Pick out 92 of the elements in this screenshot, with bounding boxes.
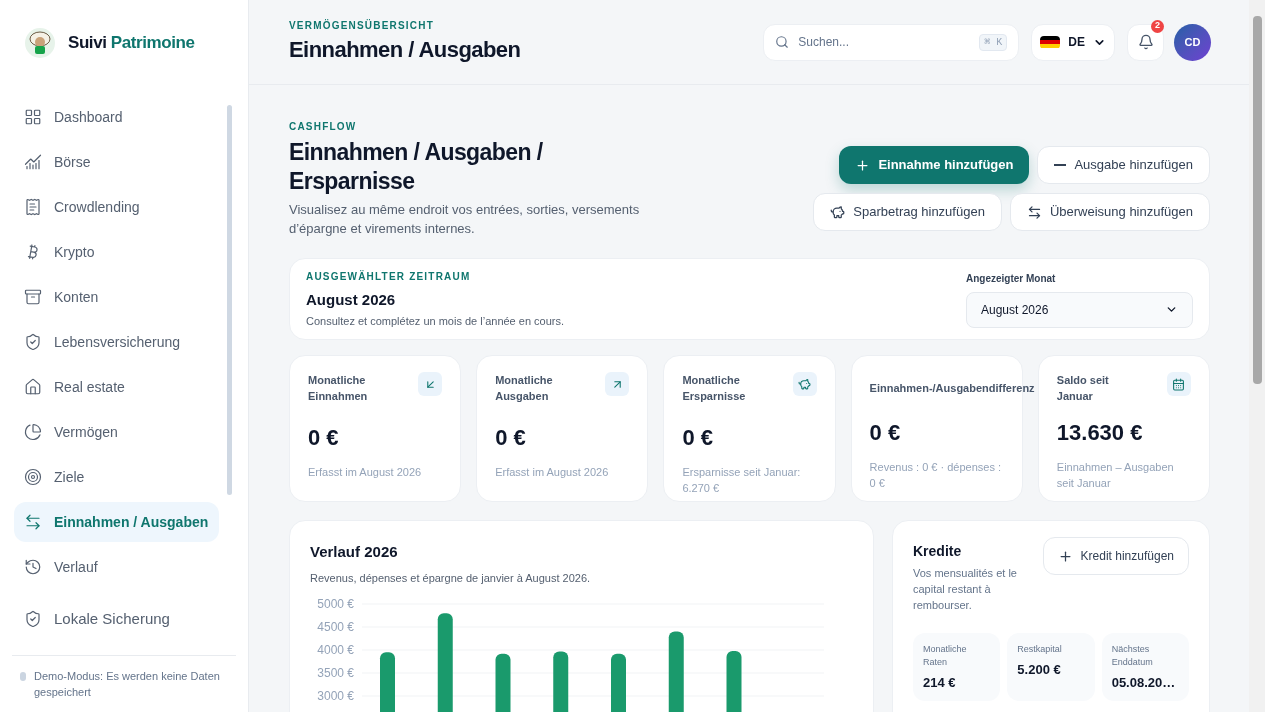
stat-note: Ersparnisse seit Januar: 6.270 € [682, 465, 802, 496]
notifications-button[interactable]: 2 [1127, 23, 1164, 61]
stat-label: Saldo seit Januar [1056, 373, 1110, 404]
arrow-down-left-icon [418, 372, 443, 396]
box-icon [24, 288, 42, 306]
stat-value: 0 € [869, 419, 902, 447]
period-title: August 2026 [306, 289, 397, 310]
card-eyebrow: AUSGEWÄHLTER ZEITRAUM [306, 269, 472, 284]
bar [495, 653, 511, 712]
action-button[interactable]: Einnahme hinzufügen [839, 146, 1030, 184]
minus-icon [1054, 164, 1067, 166]
logo-icon [24, 26, 56, 59]
flag-icon [1040, 35, 1061, 49]
piggy-bank-icon [830, 204, 846, 220]
house-icon [24, 378, 42, 396]
stat-label: Monatliche Einnahmen [308, 373, 369, 404]
card-title: Verlauf 2026 [310, 542, 399, 562]
axis-label: 4500 € [317, 620, 354, 634]
stat-value: 0 € [682, 424, 714, 452]
nav-item[interactable]: Lebensversicherung [14, 322, 219, 362]
search-icon [775, 34, 790, 49]
piggy-bank-icon [792, 372, 817, 396]
nav-item[interactable]: Einnahmen / Ausgaben [14, 502, 219, 542]
avatar[interactable]: CD [1174, 23, 1211, 61]
axis-label: 3000 € [317, 689, 354, 703]
page-title: Einnahmen / Ausgaben [289, 36, 522, 64]
language-selector[interactable]: DE [1031, 23, 1115, 61]
period-subtitle: Consultez et complétez un mois de l’année en cours. [306, 314, 565, 329]
bar [726, 650, 742, 712]
calendar-icon [1167, 372, 1191, 396]
nav-item[interactable]: Ziele [14, 457, 219, 497]
stat-value: 13.630 € [1056, 419, 1144, 447]
metric-label: Monatliche Raten [923, 643, 968, 669]
shield-icon [24, 610, 42, 628]
nav-item[interactable]: Konten [14, 277, 219, 317]
chart-icon [24, 153, 42, 171]
plus-icon [1057, 548, 1073, 564]
nav-item[interactable]: Verlauf [14, 547, 219, 587]
bar [553, 651, 569, 712]
shield-icon [24, 333, 42, 351]
axis-label: 5000 € [317, 597, 354, 611]
bar [380, 652, 395, 712]
section-eyebrow: CASHFLOW [289, 120, 358, 134]
stat-label: Monatliche Ausgaben [495, 373, 554, 404]
metric-value: 05.08.20… [1111, 674, 1177, 692]
arrows-icon [1026, 204, 1042, 220]
section-title: Einnahmen / Ausgaben / Ersparnisse [289, 138, 544, 196]
arrows-icon [24, 513, 42, 531]
nav-item[interactable]: Real estate [14, 367, 219, 407]
page-eyebrow: VERMÖGENSÜBERSICHT [289, 18, 435, 33]
add-credit-button[interactable]: Kredit hinzufügen [1042, 537, 1189, 575]
metric-label: Nächstes Enddatum [1111, 643, 1154, 669]
metric-label: Restkapital [1017, 643, 1063, 656]
card-subtitle: Vos mensualités et le capital restant à rembourser. [913, 566, 1018, 613]
bar [611, 653, 626, 712]
brand-name: Suivi Patrimoine [68, 31, 195, 54]
stat-value: 0 € [308, 424, 340, 452]
metric-value: 214 € [923, 674, 957, 692]
nav-item[interactable]: Krypto [14, 232, 219, 272]
stat-note: Revenus : 0 € · dépenses : 0 € [869, 460, 1003, 491]
nav-item[interactable]: Dashboard [14, 97, 219, 137]
grid-icon [24, 108, 42, 126]
stat-note: Erfasst im August 2026 [495, 465, 610, 480]
demo-note: Demo-Modus: Es werden keine Daten gespeichert [34, 669, 221, 700]
plus-icon [855, 157, 871, 173]
nav-item[interactable]: Lokale Sicherung [14, 599, 234, 639]
section-subtitle: Visualisez au même endroit vos entrées, sorties, versements d’épargne et virements internes. [289, 201, 641, 238]
select-label: Angezeigter Monat [966, 271, 1057, 286]
bell-icon [1137, 34, 1154, 50]
stat-label: Einnahmen-/Ausgabendifferenz [869, 381, 1035, 396]
arrow-up-right-icon [605, 372, 630, 396]
document-icon [24, 198, 42, 216]
stat-note: Einnahmen – Ausgaben seit Januar [1056, 460, 1175, 491]
nav-item[interactable]: Vermögen [14, 412, 219, 452]
target-icon [24, 468, 42, 486]
card-subtitle: Revenus, dépenses et épargne de janvier à August 2026. [310, 570, 592, 586]
action-button[interactable]: Sparbetrag hinzufügen [813, 193, 1002, 231]
stat-note: Erfasst im August 2026 [308, 465, 423, 480]
metric-value: 5.200 € [1017, 661, 1062, 679]
card-title: Kredite [913, 542, 963, 561]
action-button[interactable]: Überweisung hinzufügen [1009, 193, 1210, 231]
stat-label: Monatliche Ersparnisse [682, 373, 747, 404]
history-icon [24, 558, 42, 576]
stat-value: 0 € [495, 424, 527, 452]
nav-item[interactable]: Börse [14, 142, 219, 182]
pie-chart-icon [24, 423, 42, 441]
axis-label: 3500 € [317, 666, 354, 680]
notification-badge: 2 [1151, 19, 1164, 33]
axis-label: 4000 € [317, 643, 354, 657]
nav-item[interactable]: Crowdlending [14, 187, 219, 227]
month-select[interactable]: August 2026 [966, 291, 1193, 328]
action-button[interactable]: Ausgabe hinzufügen [1037, 146, 1210, 184]
